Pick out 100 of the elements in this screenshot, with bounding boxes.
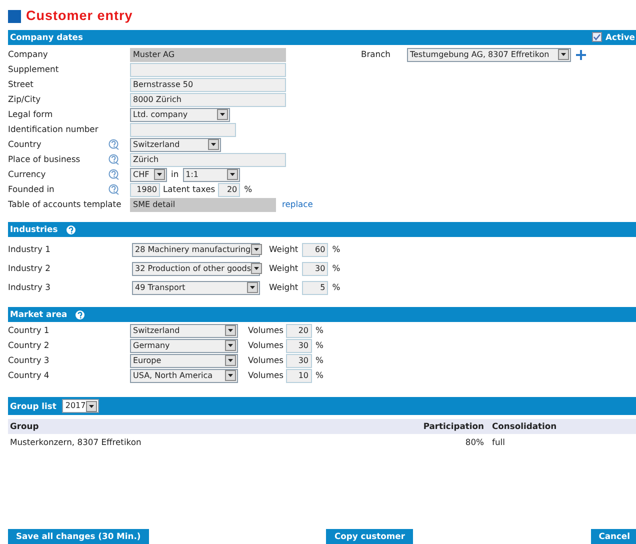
- action-button[interactable]: Cancel: [590, 529, 636, 544]
- field-label: Country 2: [8, 339, 50, 352]
- column-header: Participation: [422, 420, 484, 433]
- caret-icon: [157, 173, 162, 176]
- input-field[interactable]: 20: [218, 182, 240, 196]
- caret-icon: [254, 267, 260, 270]
- field-label: Country 4: [8, 369, 50, 382]
- caret-icon: [250, 286, 255, 289]
- column-header: Group: [9, 420, 40, 433]
- field-label: Volumes: [248, 339, 284, 352]
- field-label: Volumes: [248, 354, 284, 367]
- help-icon: [108, 168, 119, 180]
- help-icon: [108, 138, 119, 150]
- field-label: Industry 2: [8, 262, 52, 275]
- caret-icon: [228, 359, 233, 362]
- field-label: Identification number: [8, 123, 98, 136]
- help-icon: [108, 184, 119, 195]
- caret-icon: [560, 53, 566, 56]
- caret-icon: [89, 404, 94, 408]
- field-label: Country: [8, 138, 42, 151]
- caret-icon: [228, 329, 233, 332]
- unit-label: %: [316, 369, 324, 382]
- input-field[interactable]: 30: [286, 354, 312, 368]
- field-label: Place of business: [8, 153, 80, 166]
- dropdown[interactable]: Testumgebung AG, 8307 Effretikon: [406, 48, 571, 62]
- field-label: Weight: [269, 243, 298, 256]
- input-field[interactable]: 5: [302, 280, 328, 294]
- field-label: Weight: [269, 262, 298, 275]
- field-label: Weight: [269, 281, 298, 294]
- unit-label: %: [316, 324, 324, 337]
- dropdown[interactable]: 32 Production of other goods: [132, 262, 260, 276]
- logo-icon: [8, 10, 21, 22]
- field-label: Latent taxes: [163, 183, 216, 196]
- add-icon: [576, 50, 586, 60]
- dropdown[interactable]: 28 Machinery manufacturing: [132, 242, 260, 256]
- replace-link[interactable]: replace: [282, 198, 313, 211]
- dropdown[interactable]: Germany: [130, 338, 238, 352]
- input-field[interactable]: 10: [286, 368, 312, 382]
- field-label: Company: [8, 48, 48, 61]
- input-field[interactable]: Zürich: [130, 152, 286, 166]
- field-label: Founded in: [8, 183, 54, 196]
- field-label: Zip/City: [8, 93, 41, 106]
- dropdown[interactable]: 2017: [62, 399, 100, 413]
- input-field[interactable]: [130, 62, 286, 76]
- unit-label: %: [316, 339, 324, 352]
- input-field[interactable]: 1980: [130, 182, 160, 196]
- caret-icon: [211, 143, 216, 146]
- field-label: in: [171, 168, 179, 181]
- dropdown[interactable]: CHF: [130, 168, 167, 182]
- caret-icon: [228, 344, 233, 347]
- input-field[interactable]: 60: [302, 242, 328, 256]
- input-field[interactable]: 30: [302, 262, 328, 276]
- unit-label: %: [316, 354, 324, 367]
- caret-icon: [220, 113, 225, 116]
- dropdown[interactable]: Europe: [130, 354, 238, 368]
- help-icon: [66, 224, 76, 234]
- section-title: Industries: [10, 223, 58, 236]
- input-field[interactable]: [130, 122, 236, 136]
- field-label: Street: [8, 78, 34, 91]
- table-cell-text: 80%: [464, 436, 484, 449]
- field-label: Branch: [360, 48, 392, 61]
- field-label: Industry 1: [8, 243, 52, 256]
- dropdown[interactable]: Switzerland: [130, 138, 221, 152]
- input-field[interactable]: Muster AG: [130, 48, 286, 62]
- column-header: Consolidation: [491, 420, 558, 433]
- help-icon: [108, 154, 119, 165]
- unit-label: %: [244, 183, 252, 196]
- input-field[interactable]: 20: [286, 324, 312, 338]
- input-field[interactable]: Bernstrasse 50: [130, 78, 286, 92]
- caret-icon: [254, 248, 259, 251]
- table-cell-text: Musterkonzern, 8307 Effretikon: [9, 436, 142, 449]
- dropdown[interactable]: 1:1: [182, 168, 240, 182]
- unit-label: %: [332, 243, 340, 256]
- page-title: Customer entry: [26, 6, 133, 25]
- checkbox-label: Active: [606, 31, 635, 44]
- field-label: Supplement: [8, 63, 59, 76]
- field-label: Country 1: [8, 324, 50, 337]
- input-field[interactable]: 30: [286, 338, 312, 352]
- field-label: Country 3: [8, 354, 50, 367]
- field-label: Currency: [8, 168, 46, 181]
- help-icon: [75, 310, 86, 320]
- active-checkbox[interactable]: [592, 32, 602, 42]
- unit-label: %: [332, 281, 340, 294]
- caret-icon: [230, 173, 235, 176]
- input-field[interactable]: 8000 Zürich: [130, 92, 286, 106]
- dropdown[interactable]: Switzerland: [130, 324, 238, 338]
- input-field[interactable]: SME detail: [130, 198, 276, 212]
- dropdown[interactable]: 49 Transport: [132, 280, 260, 294]
- table-cell-text: full: [491, 436, 506, 449]
- field-label: Legal form: [8, 108, 53, 121]
- field-label: Volumes: [248, 324, 284, 337]
- field-label: Volumes: [248, 369, 284, 382]
- field-label: Table of accounts template: [8, 198, 122, 211]
- section-title: Group list: [10, 400, 56, 412]
- dropdown[interactable]: Ltd. company: [130, 108, 230, 122]
- field-label: Industry 3: [8, 281, 52, 294]
- action-button[interactable]: Save all changes (30 Min.): [8, 529, 149, 544]
- action-button[interactable]: Copy customer: [326, 529, 413, 544]
- unit-label: %: [332, 262, 340, 275]
- dropdown[interactable]: USA, North America: [130, 368, 238, 382]
